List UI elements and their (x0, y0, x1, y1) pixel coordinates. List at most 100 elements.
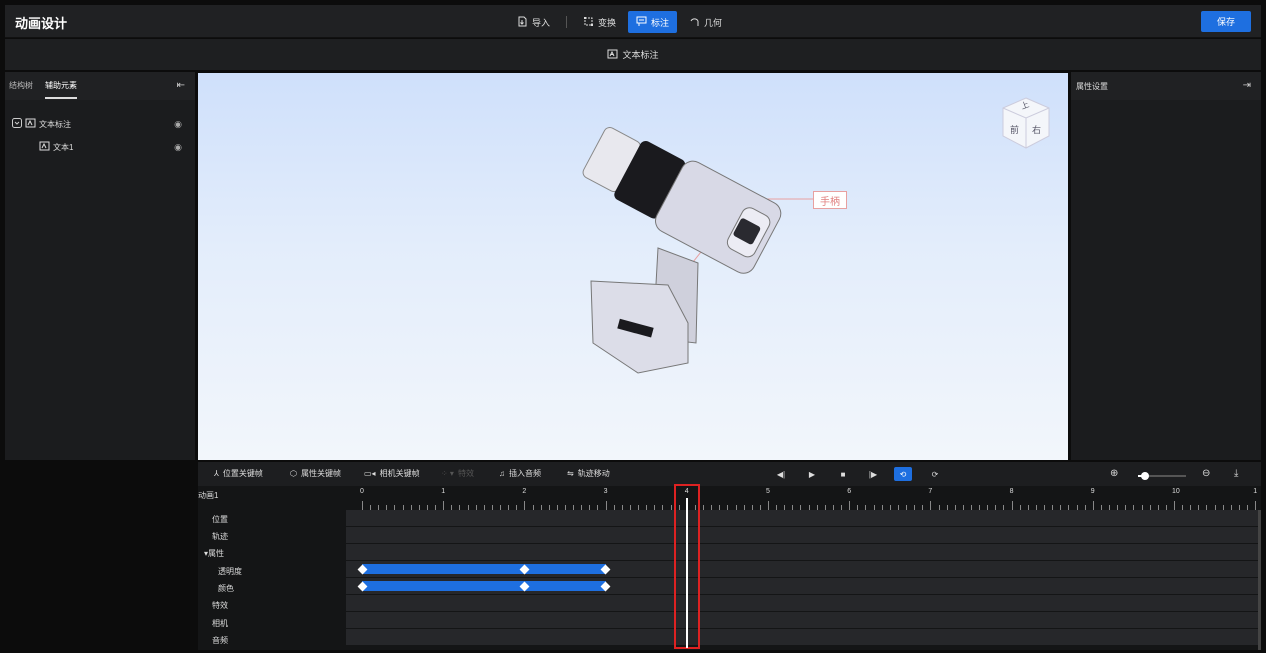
effect-icon: ⁘ ▾ (441, 469, 454, 478)
track-label-color[interactable]: 颜色 (218, 583, 234, 594)
geometry-button[interactable]: 几何 (681, 11, 730, 33)
ruler-tick-label: 6 (847, 488, 852, 495)
track-row-camera[interactable] (346, 612, 1258, 628)
effect-dropdown[interactable]: ⁘ ▾ 特效 (441, 468, 474, 479)
text-annotation-tool[interactable]: 文本标注 (622, 48, 658, 61)
ruler-tick (524, 501, 526, 510)
track-row-audio[interactable] (346, 629, 1258, 645)
track-label-effect[interactable]: 特效 (212, 600, 228, 611)
tree-item-text-annotation[interactable]: 文本标注 ◉ (12, 116, 190, 132)
track-row-color[interactable] (346, 578, 1258, 594)
playhead[interactable] (685, 498, 688, 648)
geometry-icon (689, 16, 700, 29)
text-annotation-icon (607, 49, 618, 61)
toolbar-divider (566, 16, 568, 28)
ruler-tick-label: 9 (1090, 488, 1095, 495)
insert-audio-button[interactable]: ♫ 插入音频 (499, 468, 541, 479)
save-button[interactable]: 保存 (1201, 11, 1251, 32)
view-cube[interactable]: 上 前 右 (1001, 96, 1051, 151)
timeline-scrollbar[interactable] (1258, 510, 1261, 650)
app-title: 动画设计 (15, 16, 68, 31)
timeline-toolbar: ⅄ 位置关键帧 ⬡ 属性关键帧 ▭◂ 相机关键帧 ⁘ ▾ 特效 ♫ 插入音频 ⇋… (198, 462, 1261, 486)
track-label-attributes[interactable]: ▾属性 (204, 548, 224, 559)
visibility-eye-icon[interactable]: ◉ (174, 119, 182, 130)
next-frame-button[interactable]: |▶ (864, 467, 882, 481)
expand-toggle-icon[interactable] (12, 118, 22, 130)
ruler-tick-label: 10 (1172, 488, 1180, 495)
track-label-camera[interactable]: 相机 (212, 618, 228, 629)
track-row-path[interactable] (346, 527, 1258, 543)
visibility-eye-icon[interactable]: ◉ (174, 142, 182, 153)
attribute-keyframe-button[interactable]: ⬡ 属性关键帧 (290, 468, 341, 479)
ruler-tick-label: 7 (928, 488, 933, 495)
track-row-position[interactable] (346, 510, 1258, 526)
ruler-tick (443, 501, 445, 510)
drill-model[interactable] (198, 73, 1068, 460)
ruler-tick (768, 501, 769, 510)
ruler-tick-label: 8 (1009, 488, 1014, 495)
text-annotation-icon (39, 141, 50, 153)
zoom-slider[interactable] (1138, 472, 1186, 480)
track-labels: 动画1 位置 轨迹 ▾属性 透明度 颜色 特效 相机 音频 (198, 486, 346, 650)
track-label-path[interactable]: 轨迹 (212, 531, 228, 542)
ruler-tick-label: 1 (1253, 488, 1258, 495)
annotate-button[interactable]: 标注 (628, 11, 678, 33)
download-icon[interactable]: ⤓ (1234, 468, 1238, 479)
play-button[interactable]: ▶ (803, 467, 821, 481)
right-panel: 属性设置 ⇥ (1071, 72, 1261, 460)
camera-keyframe-button[interactable]: ▭◂ 相机关键帧 (364, 468, 420, 479)
ruler-tick (849, 501, 851, 510)
callout-label[interactable]: 手柄 (813, 191, 847, 209)
track-label-audio[interactable]: 音频 (212, 635, 228, 646)
track-area[interactable] (346, 510, 1258, 650)
cube-icon: ⬡ (290, 469, 297, 478)
track-row-opacity[interactable] (346, 561, 1258, 577)
annotation-subtoolbar: 文本标注 (5, 39, 1261, 70)
import-icon (517, 16, 528, 29)
keyframe-bar[interactable] (362, 581, 606, 591)
ruler-tick-label: 3 (603, 488, 608, 495)
right-panel-header: 属性设置 ⇥ (1071, 72, 1261, 100)
loop-once-button[interactable]: ⟳ (926, 467, 944, 481)
viewcube-front-label: 前 (1010, 125, 1020, 135)
loop-button[interactable]: ⟲ (894, 467, 912, 481)
ruler-tick (1011, 501, 1013, 510)
zoom-in-icon[interactable]: ⊕ (1110, 468, 1118, 479)
top-toolbar: 动画设计 导入 变换 标注 几何 保存 (5, 5, 1261, 38)
track-row-attributes[interactable] (346, 544, 1258, 560)
zoom-slider-handle[interactable] (1141, 472, 1150, 480)
tab-auxiliary-elements[interactable]: 辅助元素 (45, 72, 77, 100)
mode-toolbar: 导入 变换 标注 几何 (509, 11, 730, 33)
collapse-right-icon[interactable]: ⇥ (1243, 80, 1251, 91)
import-button[interactable]: 导入 (509, 11, 558, 33)
zoom-out-icon[interactable]: ⊖ (1202, 468, 1210, 479)
tab-structure-tree[interactable]: 结构树 (9, 72, 33, 100)
camera-icon: ▭◂ (364, 469, 376, 478)
track-row-effect[interactable] (346, 595, 1258, 611)
ruler-tick-label: 0 (360, 488, 364, 495)
collapse-left-icon[interactable]: ⇤ (177, 80, 185, 91)
property-settings-title: 属性设置 (1076, 81, 1108, 91)
ruler-tick (1092, 501, 1094, 510)
transform-icon (583, 16, 594, 29)
ruler-tick (1255, 501, 1257, 510)
time-ruler[interactable]: 0 1 2 3 4 5 6 7 8 9 10 1 (346, 486, 1258, 510)
left-panel: 结构树 辅助元素 ⇤ 文本标注 ◉ 文本1 ◉ (5, 72, 195, 460)
keyframe-bar[interactable] (362, 564, 606, 574)
track-move-button[interactable]: ⇋ 轨迹移动 (567, 468, 610, 479)
stop-button[interactable]: ■ (834, 467, 852, 481)
ruler-tick (1174, 501, 1175, 510)
position-keyframe-button[interactable]: ⅄ 位置关键帧 (214, 468, 263, 479)
ruler-tick-label: 2 (522, 488, 527, 495)
ruler-tick (605, 501, 607, 510)
ruler-tick-label: 5 (766, 488, 770, 495)
transform-button[interactable]: 变换 (575, 11, 624, 33)
3d-viewport[interactable]: 手柄 上 前 右 (198, 73, 1068, 460)
previous-frame-button[interactable]: ◀| (772, 467, 790, 481)
tree-item-label: 文本1 (53, 142, 74, 152)
track-label-position[interactable]: 位置 (212, 514, 228, 525)
ruler-tick (362, 501, 363, 510)
annotate-icon (636, 16, 647, 29)
tree-item-text1[interactable]: 文本1 ◉ (39, 139, 190, 155)
track-label-opacity[interactable]: 透明度 (218, 566, 242, 577)
